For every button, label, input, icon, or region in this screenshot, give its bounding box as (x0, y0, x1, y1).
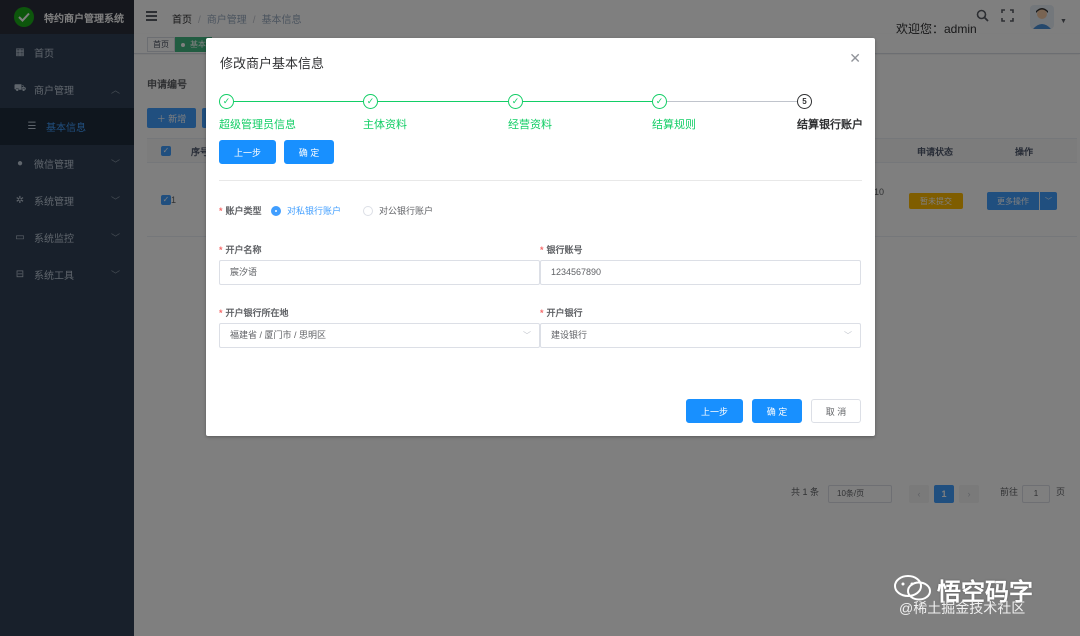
radio-private-account[interactable]: 对私银行账户 (271, 204, 341, 217)
chevron-down-icon: ﹀ (523, 331, 531, 340)
check-icon: ✓ (363, 94, 378, 109)
prev-step-button-top[interactable]: 上一步 (219, 140, 276, 164)
check-icon: ✓ (652, 94, 667, 109)
step-title-active: 结算银行账户 (797, 119, 863, 131)
bank-label: * 开户银行 (540, 308, 583, 318)
step-title: 主体资料 (363, 119, 407, 131)
steps: ✓ 超级管理员信息 ✓ 主体资料 ✓ 经营资料 ✓ 结算规则 5 结算银行账户 (206, 94, 875, 134)
edit-merchant-dialog: 修改商户基本信息 ✕ ✓ 超级管理员信息 ✓ 主体资料 ✓ 经营资料 ✓ 结算规… (206, 38, 875, 436)
step-title: 结算规则 (652, 119, 696, 131)
bank-location-label: * 开户银行所在地 (219, 308, 289, 318)
chevron-down-icon: ﹀ (844, 331, 852, 340)
check-icon: ✓ (219, 94, 234, 109)
bank-select[interactable]: 建设银行 ﹀ (540, 323, 861, 348)
bank-value: 建设银行 (551, 330, 588, 340)
close-icon[interactable]: ✕ (849, 50, 861, 67)
prev-step-button[interactable]: 上一步 (686, 399, 743, 423)
watermark-subtitle: @稀土掘金技术社区 (899, 600, 1026, 616)
divider (219, 180, 862, 181)
cancel-button[interactable]: 取 消 (811, 399, 861, 423)
step-connector (378, 101, 508, 102)
step-title: 经营资料 (508, 119, 552, 131)
account-type-label: * 账户类型 (219, 206, 262, 216)
step-number: 5 (797, 94, 812, 109)
bank-account-input[interactable]: 1234567890 (540, 260, 861, 285)
dialog-title: 修改商户基本信息 (220, 56, 325, 71)
confirm-button-top[interactable]: 确 定 (284, 140, 334, 164)
check-icon: ✓ (508, 94, 523, 109)
step-connector (234, 101, 363, 102)
radio-public-account[interactable]: 对公银行账户 (363, 204, 433, 217)
step-connector (667, 101, 797, 102)
step-connector (523, 101, 652, 102)
account-name-input[interactable]: 宸汐语 (219, 260, 540, 285)
bank-location-value: 福建省 / 厦门市 / 思明区 (230, 330, 327, 340)
bank-location-cascader[interactable]: 福建省 / 厦门市 / 思明区 ﹀ (219, 323, 540, 348)
confirm-button[interactable]: 确 定 (752, 399, 802, 423)
account-name-label: * 开户名称 (219, 245, 262, 255)
bank-account-label: * 银行账号 (540, 245, 583, 255)
step-title: 超级管理员信息 (219, 119, 296, 131)
watermark: 悟空码字 @稀土掘金技术社区 (893, 572, 1033, 616)
